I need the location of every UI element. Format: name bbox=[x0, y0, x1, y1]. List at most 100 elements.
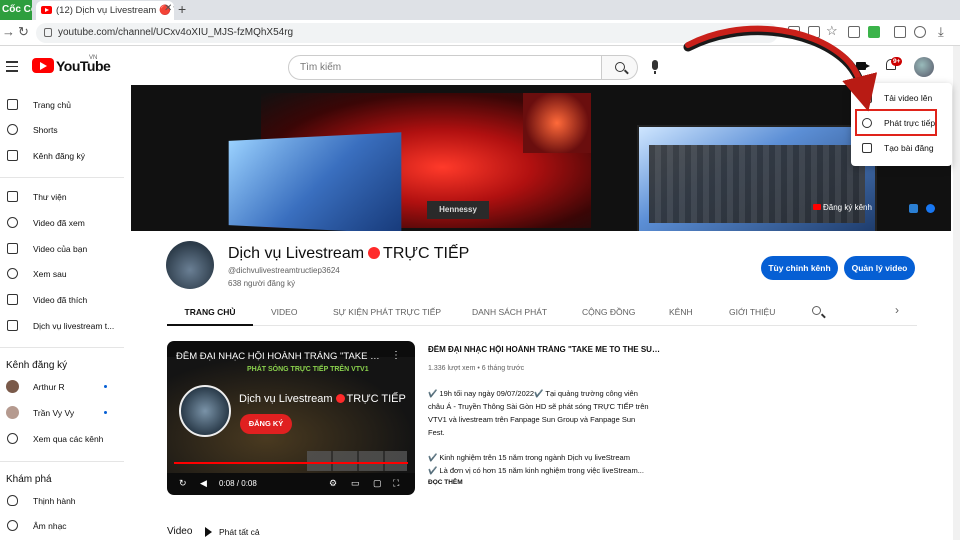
sidebar-item-shorts[interactable]: Shorts bbox=[0, 118, 124, 142]
download-savior-icon[interactable] bbox=[868, 26, 880, 38]
facebook-icon[interactable] bbox=[926, 204, 935, 213]
menu-item-upload[interactable]: Tải video lên bbox=[851, 86, 952, 110]
close-tab-icon[interactable]: ✕ bbox=[164, 3, 172, 14]
menu-icon[interactable] bbox=[6, 61, 18, 75]
extension-icon[interactable] bbox=[788, 26, 800, 38]
bookmark-star-icon[interactable]: ☆ bbox=[826, 23, 838, 39]
sidebar-item-label: Âm nhạc bbox=[33, 521, 67, 531]
menu-item-label: Tạo bài đăng bbox=[884, 143, 934, 153]
manage-videos-button[interactable]: Quản lý video bbox=[844, 256, 915, 280]
tab-community[interactable]: CỘNG ĐỒNG bbox=[582, 302, 635, 326]
featured-video-title[interactable]: ĐÊM ĐẠI NHẠC HỘI HOÀNH TRÁNG "TAKE ME TO… bbox=[428, 345, 663, 354]
channel-handle: @dichvulivestreamtructiep3624 bbox=[228, 266, 340, 275]
sidebar-sub-tranvyvy[interactable]: Trần Vy Vy bbox=[0, 401, 124, 425]
youtube-logo-icon[interactable] bbox=[32, 58, 54, 73]
channel-name: Dịch vụ Livestream TRỰC TIẾP bbox=[228, 245, 469, 263]
url-text: youtube.com/channel/UCxv4oXIU_MJS-fzMQhX… bbox=[58, 27, 294, 38]
shorts-icon bbox=[7, 124, 18, 135]
youtube-small-icon bbox=[813, 204, 821, 210]
library-icon bbox=[7, 191, 18, 202]
more-vert-icon[interactable]: ⋮ bbox=[391, 350, 401, 361]
channel-search-icon[interactable] bbox=[812, 306, 821, 315]
sidebar-item-home[interactable]: Trang chủ bbox=[0, 93, 124, 117]
channel-name-suffix: TRỰC TIẾP bbox=[383, 245, 470, 262]
description-line: ✔️ Kinh nghiệm trên 15 năm trong ngành D… bbox=[428, 453, 630, 462]
tab-live[interactable]: SỰ KIỆN PHÁT TRỰC TIẾP bbox=[333, 302, 441, 326]
forward-icon[interactable]: → bbox=[2, 24, 15, 39]
sidebar-item-label: Xem qua các kênh bbox=[33, 434, 104, 444]
sidebar-divider bbox=[0, 461, 124, 462]
video-subscribe-button[interactable]: ĐĂNG KÝ bbox=[240, 414, 292, 434]
customize-channel-button[interactable]: Tùy chỉnh kênh bbox=[761, 256, 838, 280]
sidebar-item-watch-later[interactable]: Xem sau bbox=[0, 262, 124, 286]
channel-avatar[interactable] bbox=[166, 241, 214, 289]
banner-subscribe-link[interactable]: Đăng ký kênh bbox=[813, 203, 872, 212]
menu-item-create-post[interactable]: Tạo bài đăng bbox=[851, 136, 952, 160]
volume-icon[interactable]: ◀ bbox=[200, 478, 207, 489]
sidebar-item-your-videos[interactable]: Video của bạn bbox=[0, 237, 124, 261]
search-button[interactable] bbox=[602, 55, 638, 80]
sidebar-divider bbox=[0, 177, 124, 178]
browser-tab[interactable]: (12) Dịch vụ Livestream 🔴 TR bbox=[36, 1, 174, 20]
sidebar-item-subscriptions[interactable]: Kênh đăng ký bbox=[0, 144, 124, 168]
sidebar-item-label: Video đã thích bbox=[33, 295, 88, 305]
youtube-favicon-icon bbox=[41, 6, 52, 14]
miniplayer-icon[interactable]: ▭ bbox=[351, 478, 360, 489]
lock-icon bbox=[44, 28, 52, 37]
sidebar-item-liked[interactable]: Video đã thích bbox=[0, 288, 124, 312]
flame-icon bbox=[7, 495, 18, 506]
tab-home[interactable]: TRANG CHỦ bbox=[167, 302, 253, 326]
profile-icon[interactable] bbox=[914, 26, 926, 38]
description-line: ✔️ 19h tối nay ngày 09/07/2022✔️ Tại quả… bbox=[428, 389, 638, 398]
voice-search-icon[interactable] bbox=[652, 60, 658, 74]
notification-badge: 9+ bbox=[891, 57, 903, 66]
new-content-dot bbox=[104, 411, 107, 414]
sidebar-item-label: Thư viện bbox=[33, 192, 67, 202]
page-scrollbar[interactable] bbox=[953, 46, 960, 540]
new-tab-icon[interactable]: + bbox=[178, 1, 186, 17]
url-field[interactable]: youtube.com/channel/UCxv4oXIU_MJS-fzMQhX… bbox=[36, 23, 778, 43]
sidebar-item-trending[interactable]: Thịnh hành bbox=[0, 489, 124, 513]
tab-about[interactable]: GIỚI THIỆU bbox=[729, 302, 775, 326]
tab-videos[interactable]: VIDEO bbox=[271, 302, 297, 326]
thumbs-up-icon bbox=[7, 294, 18, 305]
cast-icon[interactable]: ▢ bbox=[373, 478, 382, 489]
subscriber-count: 638 người đăng ký bbox=[228, 279, 296, 288]
video-progress-bar[interactable] bbox=[174, 462, 408, 464]
description-line: Fest. bbox=[428, 428, 445, 437]
explore-heading: Khám phá bbox=[6, 474, 52, 485]
link-icon[interactable] bbox=[909, 204, 918, 213]
sidebar-sub-arthur[interactable]: Arthur R bbox=[0, 375, 124, 399]
sidebar-item-music[interactable]: Âm nhạc bbox=[0, 514, 124, 538]
account-avatar[interactable] bbox=[914, 57, 934, 77]
fullscreen-icon[interactable]: ⛶ bbox=[393, 478, 399, 489]
video-title-overlay[interactable]: ĐÊM ĐẠI NHẠC HỘI HOÀNH TRÁNG "TAKE ME TO… bbox=[176, 351, 386, 362]
tab-playlists[interactable]: DANH SÁCH PHÁT bbox=[472, 302, 547, 326]
reload-icon[interactable]: ↻ bbox=[18, 24, 29, 40]
download-icon[interactable]: ⤓ bbox=[938, 24, 944, 40]
puzzle-icon[interactable] bbox=[894, 26, 906, 38]
sidebar-item-playlist[interactable]: Dịch vụ livestream t... bbox=[0, 314, 124, 338]
create-video-icon[interactable] bbox=[856, 62, 870, 70]
settings-gear-icon[interactable]: ⚙ bbox=[329, 478, 337, 489]
coccoc-extension-icon[interactable] bbox=[848, 26, 860, 38]
play-icon bbox=[205, 527, 212, 537]
share-icon[interactable] bbox=[808, 26, 820, 38]
sidebar-item-history[interactable]: Video đã xem bbox=[0, 211, 124, 235]
live-dot-icon bbox=[335, 394, 345, 403]
read-more-link[interactable]: ĐỌC THÊM bbox=[428, 479, 463, 486]
video-channel-logo bbox=[179, 385, 231, 437]
coccoc-brand[interactable]: Cốc Cốc bbox=[0, 0, 32, 20]
sidebar-item-library[interactable]: Thư viện bbox=[0, 185, 124, 209]
chevron-right-icon[interactable]: › bbox=[895, 303, 899, 317]
youtube-logo-text[interactable]: YouTube bbox=[56, 58, 111, 74]
play-all-button[interactable]: Phát tất cả bbox=[219, 527, 260, 537]
tab-channels[interactable]: KÊNH bbox=[669, 302, 693, 326]
highlight-box bbox=[855, 109, 937, 136]
sidebar-browse-channels[interactable]: Xem qua các kênh bbox=[0, 427, 124, 451]
sidebar-item-label: Trang chủ bbox=[33, 100, 71, 110]
search-input[interactable]: Tìm kiếm bbox=[288, 55, 602, 80]
home-icon bbox=[7, 99, 18, 110]
featured-video-player[interactable]: ĐÊM ĐẠI NHẠC HỘI HOÀNH TRÁNG "TAKE ME TO… bbox=[167, 341, 415, 495]
replay-icon[interactable]: ↻ bbox=[179, 478, 187, 489]
